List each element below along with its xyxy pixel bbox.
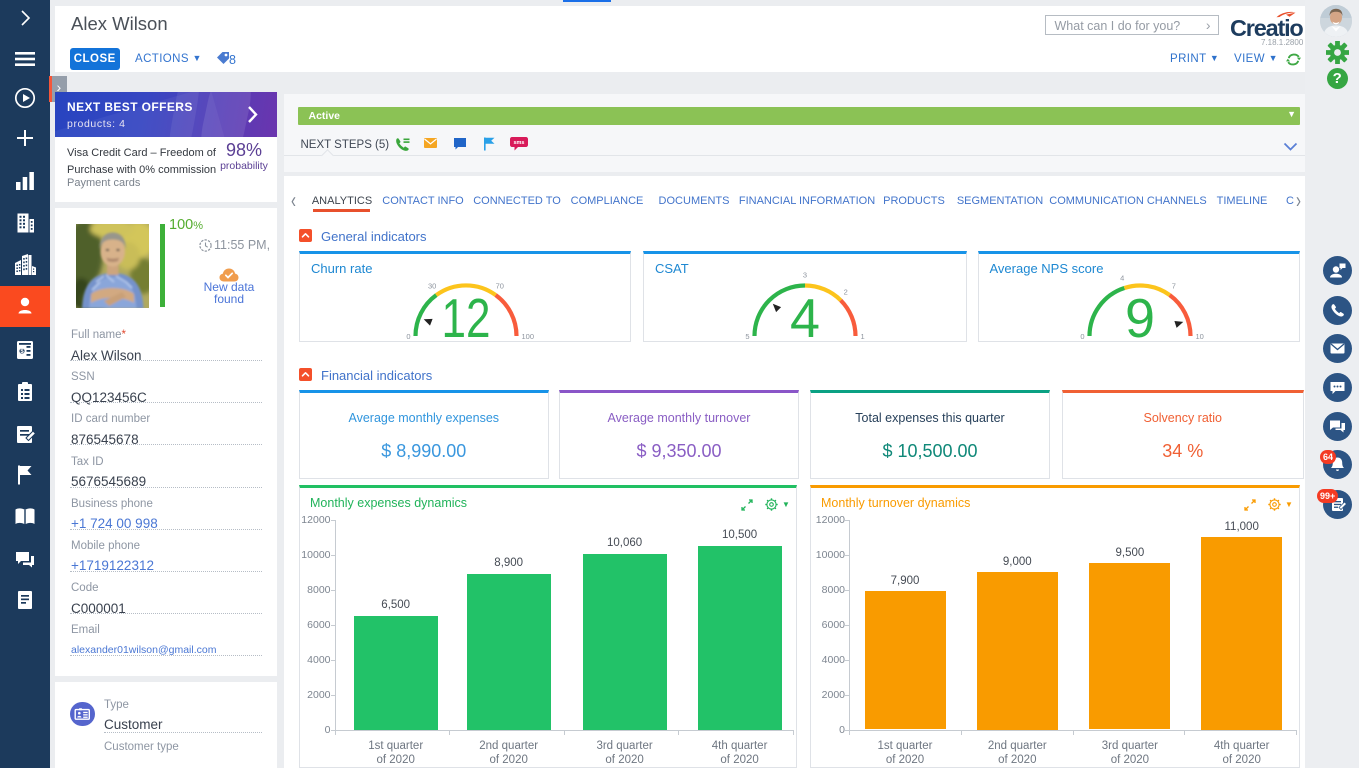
svg-text:9: 9 — [1125, 287, 1155, 342]
svg-text:5: 5 — [745, 332, 749, 341]
svg-text:7: 7 — [1172, 282, 1176, 291]
svg-text:4: 4 — [1120, 273, 1124, 282]
svg-text:70: 70 — [496, 282, 504, 291]
svg-text:3: 3 — [803, 271, 807, 280]
svg-text:100: 100 — [522, 332, 535, 341]
svg-text:4: 4 — [790, 287, 820, 342]
svg-text:10: 10 — [1196, 332, 1204, 341]
svg-text:30: 30 — [428, 282, 436, 291]
svg-text:0: 0 — [1080, 332, 1084, 341]
svg-text:1: 1 — [861, 332, 865, 341]
svg-text:0: 0 — [406, 332, 410, 341]
svg-text:2: 2 — [844, 287, 848, 296]
svg-text:12: 12 — [442, 287, 491, 342]
svg-text:sms: sms — [513, 140, 524, 146]
